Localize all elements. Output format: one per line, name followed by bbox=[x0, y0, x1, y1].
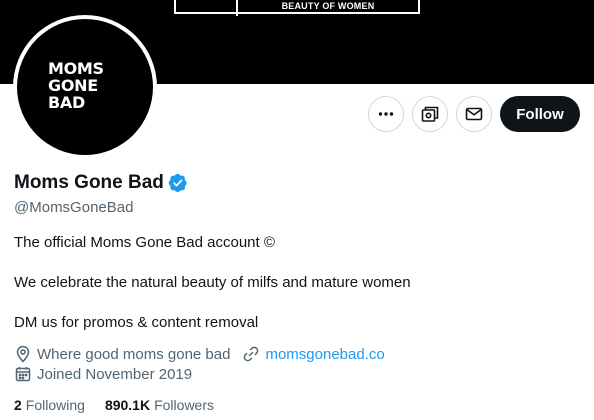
more-button[interactable] bbox=[368, 96, 404, 132]
avatar-logo-line: BAD bbox=[48, 93, 85, 112]
more-horizontal-icon bbox=[378, 112, 394, 116]
message-button[interactable] bbox=[456, 96, 492, 132]
link-icon bbox=[244, 346, 259, 362]
avatar-logo-line: GONE bbox=[48, 76, 98, 95]
follow-counts: 2 Following 890.1K Followers bbox=[14, 397, 214, 413]
avatar-image: MOMS GONE BAD bbox=[17, 19, 153, 155]
banner-frame: BEAUTY OF WOMEN bbox=[174, 0, 420, 16]
banner-text: BEAUTY OF WOMEN bbox=[281, 1, 375, 11]
followers-count: 890.1K bbox=[104, 397, 151, 413]
subscriptions-button[interactable] bbox=[412, 96, 448, 132]
profile-website-link[interactable]: momsgonebad.co bbox=[265, 346, 384, 363]
follow-button[interactable]: Follow bbox=[500, 96, 580, 132]
envelope-icon bbox=[465, 107, 483, 121]
location-pin-icon bbox=[16, 345, 30, 363]
following-link[interactable]: 2 Following bbox=[14, 397, 85, 413]
following-label: Following bbox=[25, 397, 85, 413]
bio-line: We celebrate the natural beauty of milfs… bbox=[14, 274, 411, 291]
name-row: Moms Gone Bad bbox=[14, 172, 188, 194]
following-count: 2 bbox=[14, 397, 22, 413]
profile-meta-row: Where good moms gone bad momsgonebad.co bbox=[14, 345, 385, 363]
profile-location: Where good moms gone bad bbox=[37, 345, 231, 363]
bio-line: DM us for promos & content removal bbox=[14, 314, 259, 331]
subscriptions-icon bbox=[421, 106, 439, 122]
profile-joined-date: Joined November 2019 bbox=[37, 365, 193, 383]
profile-name: Moms Gone Bad bbox=[14, 172, 164, 193]
followers-label: Followers bbox=[154, 397, 214, 413]
avatar-logo-line: MOMS bbox=[48, 59, 104, 78]
calendar-icon bbox=[15, 367, 31, 382]
profile-meta-row: Joined November 2019 bbox=[14, 365, 192, 383]
profile-handle: @MomsGoneBad bbox=[14, 199, 134, 216]
avatar-logo: MOMS GONE BAD bbox=[48, 60, 128, 111]
website-group: momsgonebad.co bbox=[242, 345, 385, 363]
avatar[interactable]: MOMS GONE BAD bbox=[13, 15, 157, 159]
followers-link[interactable]: 890.1K Followers bbox=[105, 397, 214, 413]
verified-badge-icon[interactable] bbox=[168, 173, 188, 193]
bio-line: The official Moms Gone Bad account © bbox=[14, 234, 275, 251]
